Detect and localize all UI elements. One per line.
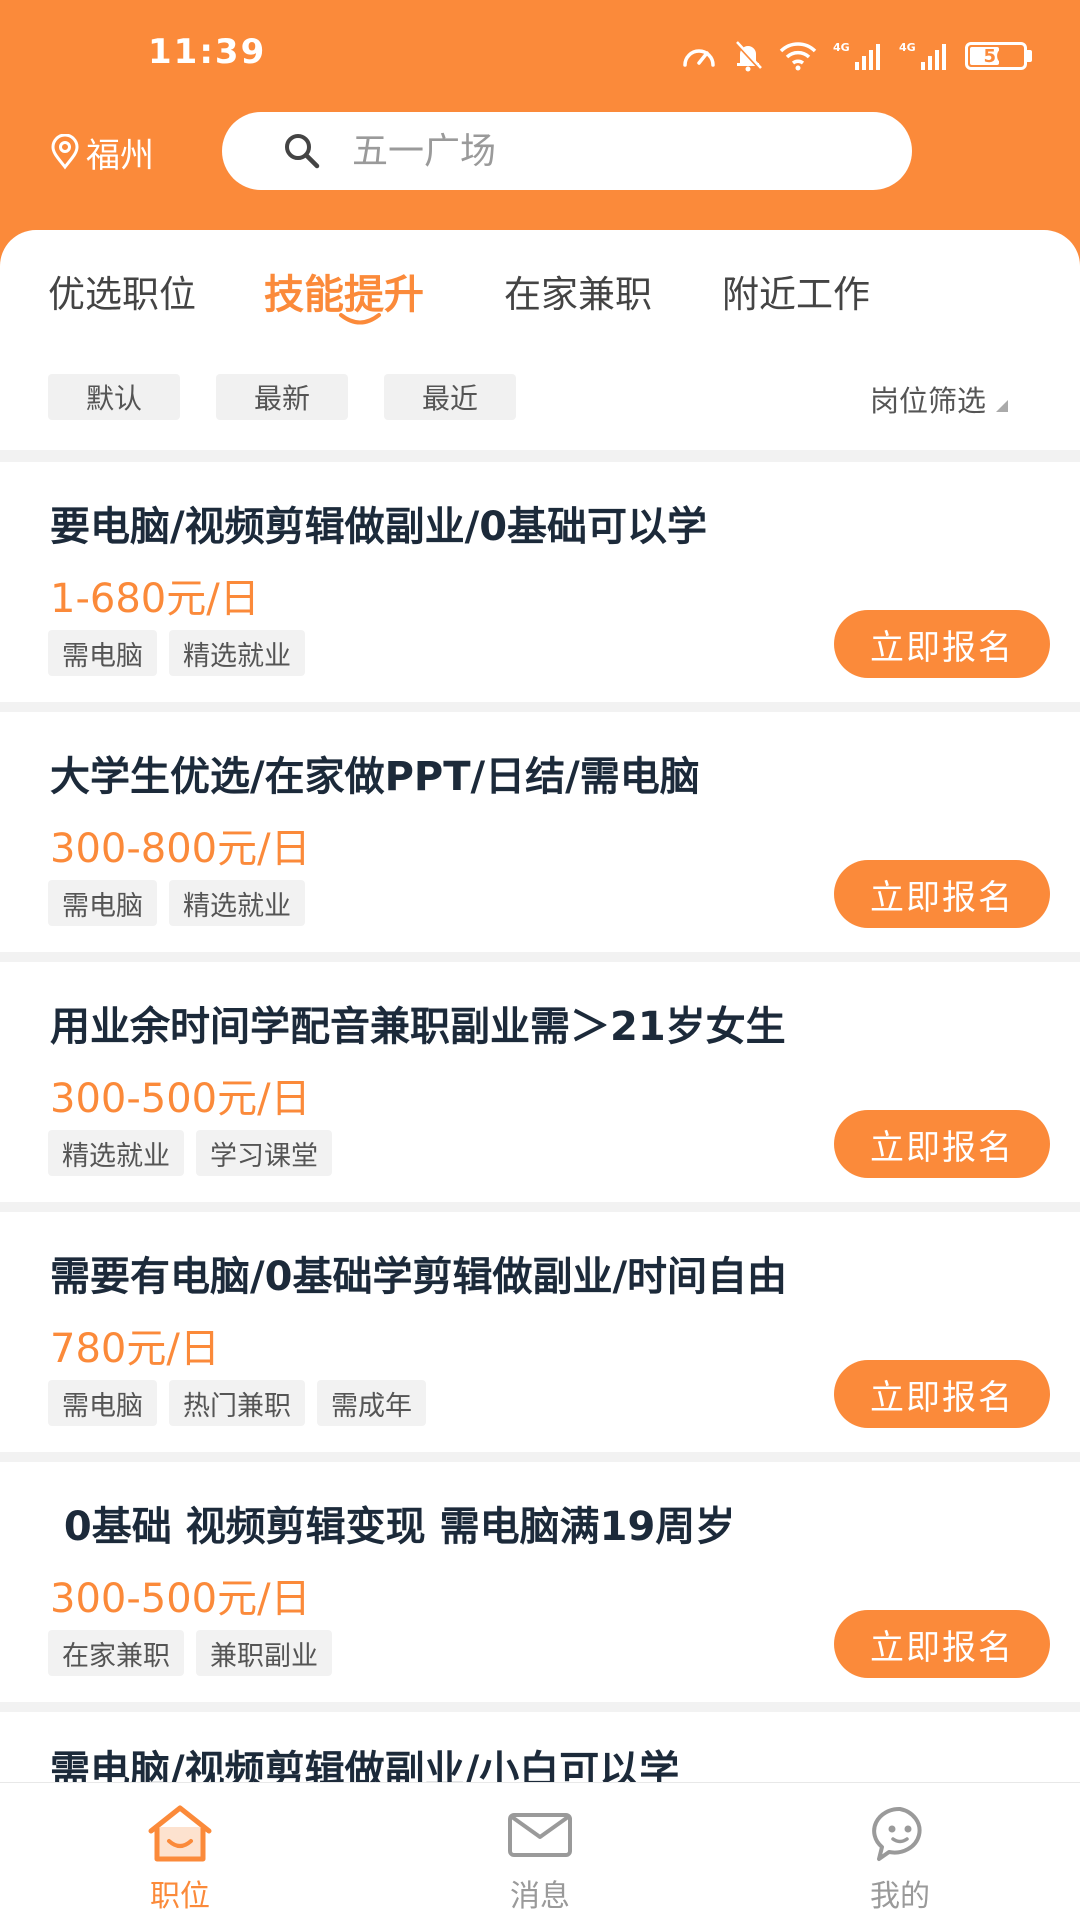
- apply-button[interactable]: 立即报名: [834, 1110, 1050, 1178]
- sort-default-chip[interactable]: 默认: [48, 374, 180, 420]
- job-tag: 精选就业: [48, 1130, 184, 1176]
- wifi-icon: [779, 42, 817, 71]
- nav-label: 我的: [870, 1879, 930, 1914]
- category-tabs: 优选职位 技能提升 在家兼职 附近工作: [0, 264, 1080, 344]
- city-selector[interactable]: 福州: [50, 128, 154, 176]
- job-card[interactable]: 需电脑/视频剪辑做副业/小白可以学: [0, 1712, 1080, 1782]
- bottom-nav: 职位 消息 我的: [0, 1782, 1080, 1920]
- network-label-1: 4G: [833, 41, 850, 54]
- job-card[interactable]: 用业余时间学配音兼职副业需＞21岁女生 300-500元/日 精选就业 学习课堂…: [0, 962, 1080, 1202]
- job-card[interactable]: 需要有电脑/0基础学剪辑做副业/时间自由 780元/日 需电脑 热门兼职 需成年…: [0, 1212, 1080, 1452]
- tab-nearby-work[interactable]: 附近工作: [722, 264, 870, 324]
- speedometer-icon: [683, 49, 715, 67]
- city-name: 福州: [86, 135, 154, 176]
- apply-button[interactable]: 立即报名: [834, 610, 1050, 678]
- home-icon: [148, 1805, 212, 1862]
- search-bar[interactable]: [222, 112, 912, 190]
- search-icon: [285, 134, 320, 169]
- status-icons: 4G 4G 56: [681, 36, 1032, 76]
- job-tags: 需电脑 精选就业: [48, 630, 305, 676]
- apply-button[interactable]: 立即报名: [834, 1610, 1050, 1678]
- job-salary: 300-800元/日: [50, 826, 311, 872]
- job-tag: 热门兼职: [169, 1380, 305, 1426]
- network-label-2: 4G: [899, 41, 916, 54]
- battery-level: 56: [983, 45, 1009, 67]
- job-tag: 学习课堂: [196, 1130, 332, 1176]
- nav-messages[interactable]: 消息: [440, 1783, 640, 1920]
- signal-icon: 4G: [899, 41, 946, 70]
- job-title: 0基础 视频剪辑变现 需电脑满19周岁: [50, 1504, 736, 1550]
- job-tags: 精选就业 学习课堂: [48, 1130, 332, 1176]
- job-tag: 兼职副业: [196, 1630, 332, 1676]
- tab-work-from-home[interactable]: 在家兼职: [504, 264, 652, 324]
- post-filter-dropdown[interactable]: 岗位筛选: [870, 378, 1008, 420]
- chat-face-icon: [872, 1806, 922, 1861]
- job-title: 需电脑/视频剪辑做副业/小白可以学: [50, 1748, 680, 1782]
- job-tag: 精选就业: [169, 630, 305, 676]
- status-time: 11:39: [148, 32, 267, 72]
- dropdown-triangle-icon: [996, 400, 1008, 412]
- sort-filters: 默认 最新 最近 岗位筛选: [0, 374, 1080, 420]
- job-salary: 300-500元/日: [50, 1576, 311, 1622]
- signal-icon: 4G: [833, 41, 880, 70]
- job-tag: 需电脑: [48, 880, 157, 926]
- job-title: 需要有电脑/0基础学剪辑做副业/时间自由: [50, 1254, 788, 1300]
- nav-label: 职位: [150, 1879, 210, 1914]
- battery-icon: 56: [965, 42, 1032, 70]
- job-salary: 1-680元/日: [50, 576, 260, 622]
- job-tag: 需成年: [317, 1380, 426, 1426]
- post-filter-label: 岗位筛选: [869, 384, 986, 418]
- job-tag: 需电脑: [48, 1380, 157, 1426]
- nav-label: 消息: [510, 1879, 570, 1914]
- job-card[interactable]: 要电脑/视频剪辑做副业/0基础可以学 1-680元/日 需电脑 精选就业 立即报…: [0, 462, 1080, 702]
- status-bar: 11:39 4G 4G 56: [0, 0, 1080, 110]
- job-tags: 需电脑 精选就业: [48, 880, 305, 926]
- nav-jobs[interactable]: 职位: [80, 1783, 280, 1920]
- apply-button[interactable]: 立即报名: [834, 860, 1050, 928]
- sort-newest-chip[interactable]: 最新: [216, 374, 348, 420]
- active-tab-indicator: [339, 313, 381, 325]
- job-tag: 在家兼职: [48, 1630, 184, 1676]
- job-salary: 300-500元/日: [50, 1076, 311, 1122]
- job-title: 要电脑/视频剪辑做副业/0基础可以学: [50, 504, 708, 550]
- job-tag: 精选就业: [169, 880, 305, 926]
- job-card[interactable]: 0基础 视频剪辑变现 需电脑满19周岁 300-500元/日 在家兼职 兼职副业…: [0, 1462, 1080, 1702]
- job-tag: 需电脑: [48, 630, 157, 676]
- search-input[interactable]: [352, 130, 872, 172]
- nav-profile[interactable]: 我的: [800, 1783, 1000, 1920]
- tab-preferred-jobs[interactable]: 优选职位: [48, 264, 196, 324]
- sort-nearest-chip[interactable]: 最近: [384, 374, 516, 420]
- job-tags: 需电脑 热门兼职 需成年: [48, 1380, 426, 1426]
- job-tags: 在家兼职 兼职副业: [48, 1630, 332, 1676]
- mail-icon: [508, 1813, 572, 1857]
- job-card[interactable]: 大学生优选/在家做PPT/日结/需电脑 300-800元/日 需电脑 精选就业 …: [0, 712, 1080, 952]
- job-salary: 780元/日: [50, 1326, 220, 1372]
- job-title: 大学生优选/在家做PPT/日结/需电脑: [50, 754, 700, 800]
- location-pin-icon: [51, 134, 79, 170]
- bell-off-icon: [734, 41, 762, 72]
- job-title: 用业余时间学配音兼职副业需＞21岁女生: [50, 1004, 786, 1050]
- apply-button[interactable]: 立即报名: [834, 1360, 1050, 1428]
